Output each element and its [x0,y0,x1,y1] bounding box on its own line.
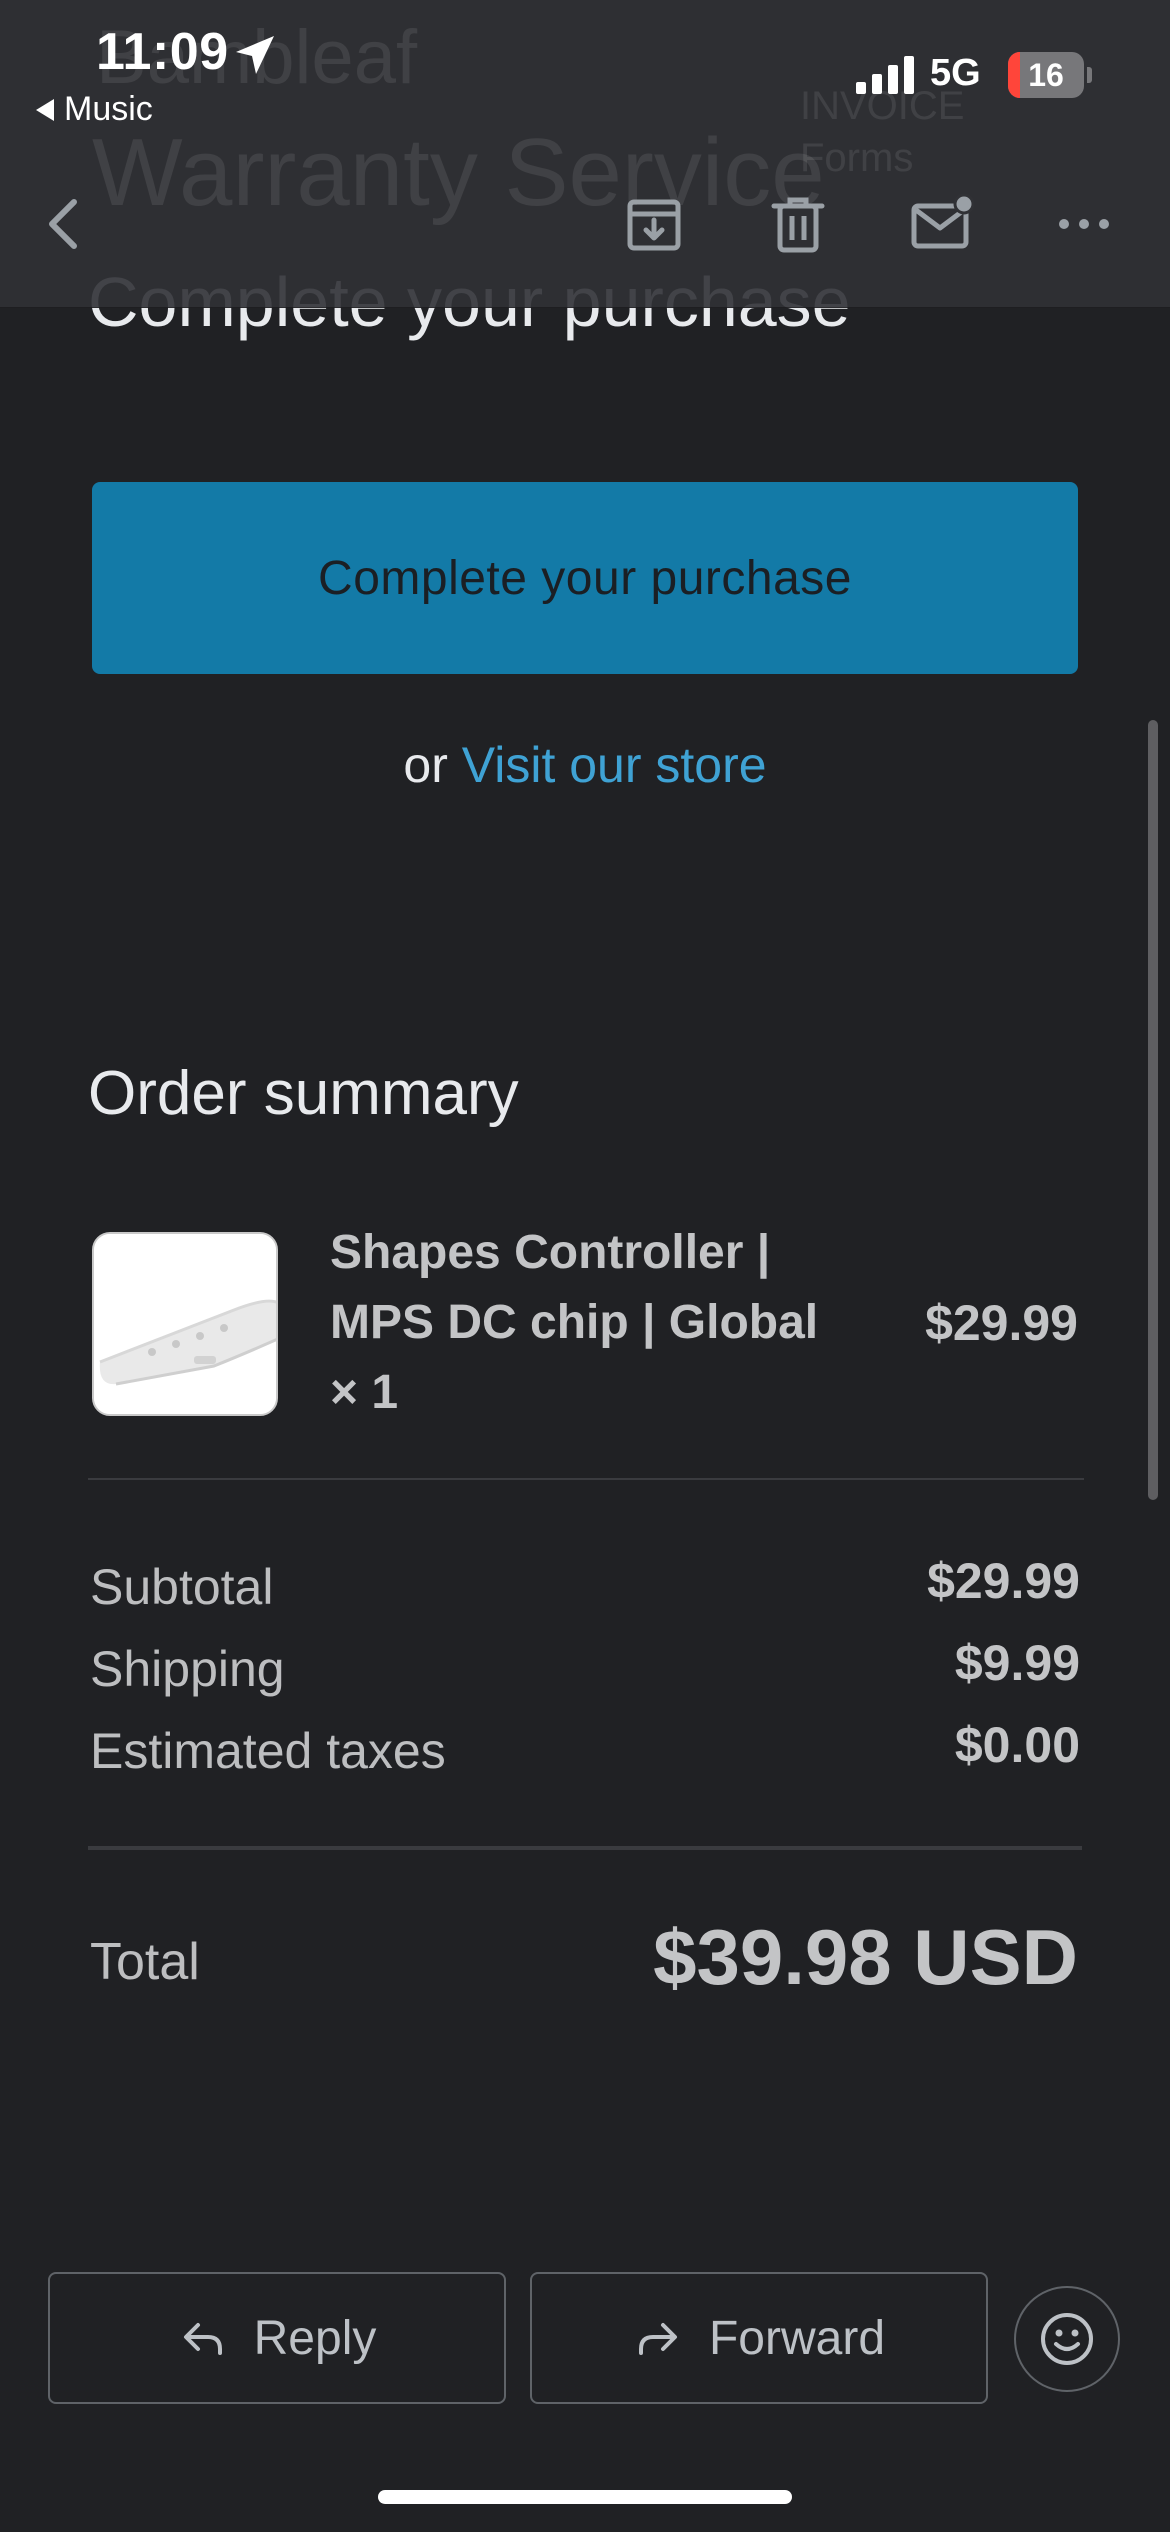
home-indicator[interactable] [378,2490,792,2504]
battery-level: 16 [1028,57,1064,93]
back-app-label: Music [64,90,153,128]
subtotal-value: $29.99 [927,1553,1080,1609]
more-button[interactable] [1044,184,1124,264]
total-label: Total [90,1933,200,1991]
controller-image [94,1234,276,1414]
complete-purchase-button[interactable]: Complete your purchase [92,482,1078,674]
product-thumbnail [92,1232,278,1416]
ghost-subtitle: Forms [800,136,914,180]
shipping-value: $9.99 [954,1635,1080,1691]
chevron-left-icon [49,199,77,249]
reply-label: Reply [253,2311,377,2365]
battery-icon: 16 [1008,52,1092,98]
shipping-label: Shipping [90,1641,285,1697]
total-value: $39.98 USD [653,1913,1078,2001]
taxes-value: $0.00 [954,1717,1080,1773]
location-arrow-icon [236,36,274,74]
delete-button[interactable] [758,184,838,264]
email-screen: Complete your purchase Complete your pur… [0,0,1170,2532]
taxes-row: Estimated taxes $0.00 [90,1717,1080,1792]
divider [88,1478,1084,1480]
visit-store-link[interactable]: Visit our store [462,737,767,793]
more-horizontal-icon [1059,219,1109,229]
reply-icon [183,2323,222,2355]
cellular-signal-icon [856,56,914,94]
network-type: 5G [930,52,981,94]
ghost-title: Warranty Service [92,119,825,226]
back-to-app[interactable]: Music [36,90,153,129]
store-line: or Visit our store [0,736,1170,794]
mail-unread-icon [911,193,974,249]
top-bar: Bambleaf Warranty Service INVOICE Forms … [0,0,1170,308]
shipping-row: Shipping $9.99 [90,1635,1080,1710]
status-time: 11:09 [96,23,229,81]
emoji-reaction-button[interactable] [1014,2286,1120,2392]
back-button[interactable] [26,184,106,264]
forward-label: Forward [708,2311,886,2365]
back-triangle-icon [36,98,54,121]
taxes-label: Estimated taxes [90,1723,446,1779]
smiley-icon [1041,2313,1093,2365]
order-summary-title: Order summary [88,1059,519,1128]
store-prefix: or [403,737,448,793]
forward-button[interactable]: Forward [530,2272,988,2404]
archive-button[interactable] [614,184,694,264]
mark-unread-button[interactable] [902,184,982,264]
reply-button[interactable]: Reply [48,2272,506,2404]
subtotal-row: Subtotal $29.99 [90,1553,1080,1628]
divider [88,1846,1082,1850]
scrollbar[interactable] [1148,720,1158,1500]
trash-icon [771,197,825,253]
forward-icon [638,2323,677,2355]
subtotal-label: Subtotal [90,1559,274,1615]
archive-icon [627,199,681,251]
product-name: Shapes Controller | MPS DC chip | Global… [330,1226,819,1419]
product-price: $29.99 [925,1295,1078,1351]
